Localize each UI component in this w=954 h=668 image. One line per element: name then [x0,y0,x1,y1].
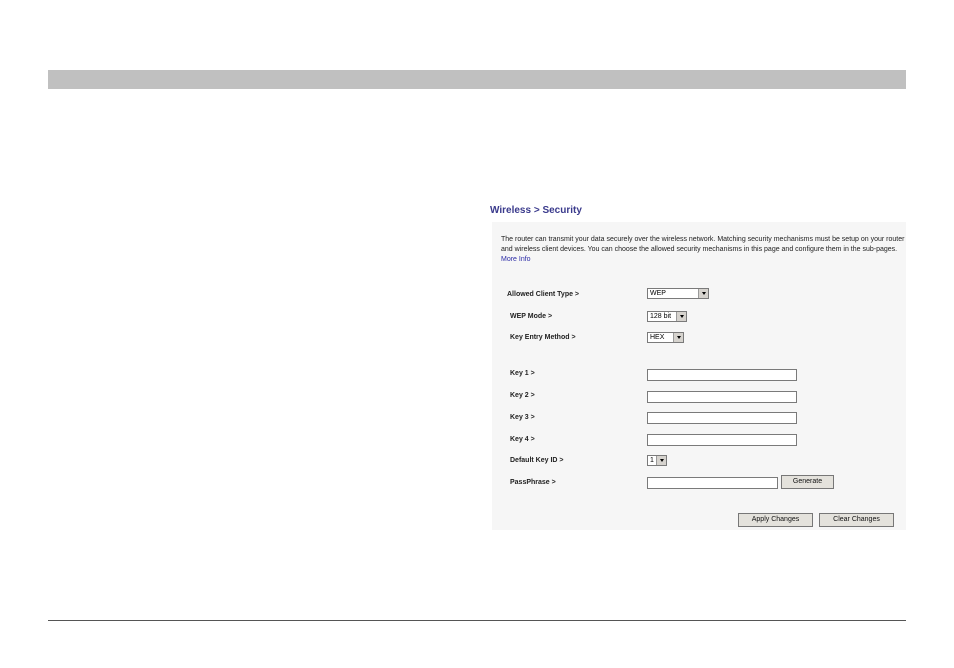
wep-mode-select[interactable]: 128 bit [647,311,687,322]
allowed-client-type-select[interactable]: WEP [647,288,709,299]
chevron-down-icon [676,312,686,321]
default-key-id-value: 1 [650,457,654,464]
key-2-input[interactable] [647,391,797,403]
key-1-input[interactable] [647,369,797,381]
generate-button[interactable]: Generate [781,475,834,489]
allowed-client-type-value: WEP [650,290,666,297]
key-entry-method-select[interactable]: HEX [647,332,684,343]
key-entry-method-value: HEX [650,334,665,341]
key-2-label: Key 2 > [510,392,535,399]
passphrase-label: PassPhrase > [510,479,556,486]
description-body: The router can transmit your data secure… [501,236,905,253]
description-text: The router can transmit your data secure… [501,235,905,265]
page-title: Wireless > Security [490,205,582,216]
chevron-down-icon [673,333,683,342]
key-3-label: Key 3 > [510,414,535,421]
router-settings-screenshot: Wireless > Security The router can trans… [490,200,906,530]
key-1-label: Key 1 > [510,370,535,377]
key-4-input[interactable] [647,434,797,446]
allowed-client-type-label: Allowed Client Type > [507,291,580,298]
header-bar [48,70,906,89]
chevron-down-icon [698,289,708,298]
settings-panel: The router can transmit your data secure… [492,222,906,530]
chevron-down-icon [656,456,666,465]
passphrase-input[interactable] [647,477,778,489]
key-4-label: Key 4 > [510,436,535,443]
wep-mode-value: 128 bit [650,313,672,320]
default-key-id-select[interactable]: 1 [647,455,667,466]
more-info-link[interactable]: More Info [501,256,531,263]
key-3-input[interactable] [647,412,797,424]
footer-divider [48,620,906,621]
clear-changes-button[interactable]: Clear Changes [819,513,894,527]
wep-mode-label: WEP Mode > [510,313,553,320]
key-entry-method-label: Key Entry Method > [510,334,576,341]
apply-changes-button[interactable]: Apply Changes [738,513,813,527]
default-key-id-label: Default Key ID > [510,457,564,464]
